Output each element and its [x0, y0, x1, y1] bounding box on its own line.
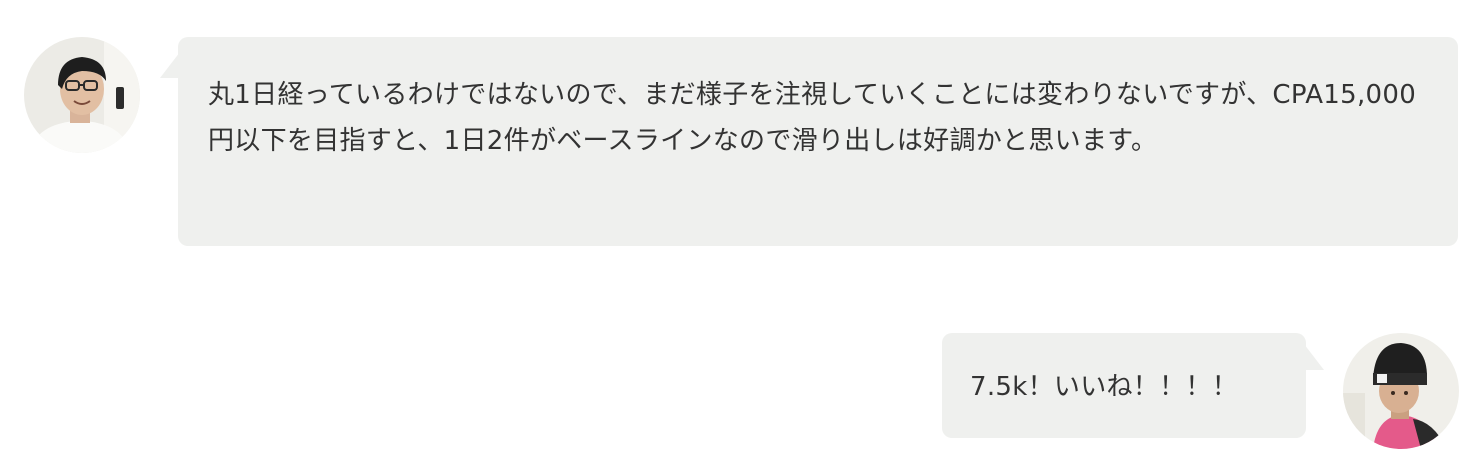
message-bubble-left: 丸1日経っているわけではないので、まだ様子を注視していくことには変わりないですが…: [178, 37, 1458, 246]
message-bubble-right: 7.5k！いいね！！！！: [942, 333, 1306, 438]
avatar-left: [24, 37, 140, 153]
message-text-right: 7.5k！いいね！！！！: [970, 372, 1239, 402]
man-with-black-beanie-avatar: [1343, 333, 1459, 449]
message-text-left: 丸1日経っているわけではないので、まだ様子を注視していくことには変わりないですが…: [208, 80, 1417, 156]
man-with-glasses-avatar: [24, 37, 140, 153]
bubble-tail-left: [160, 52, 180, 78]
bubble-tail-right: [1304, 344, 1324, 370]
avatar-right: [1343, 333, 1459, 449]
